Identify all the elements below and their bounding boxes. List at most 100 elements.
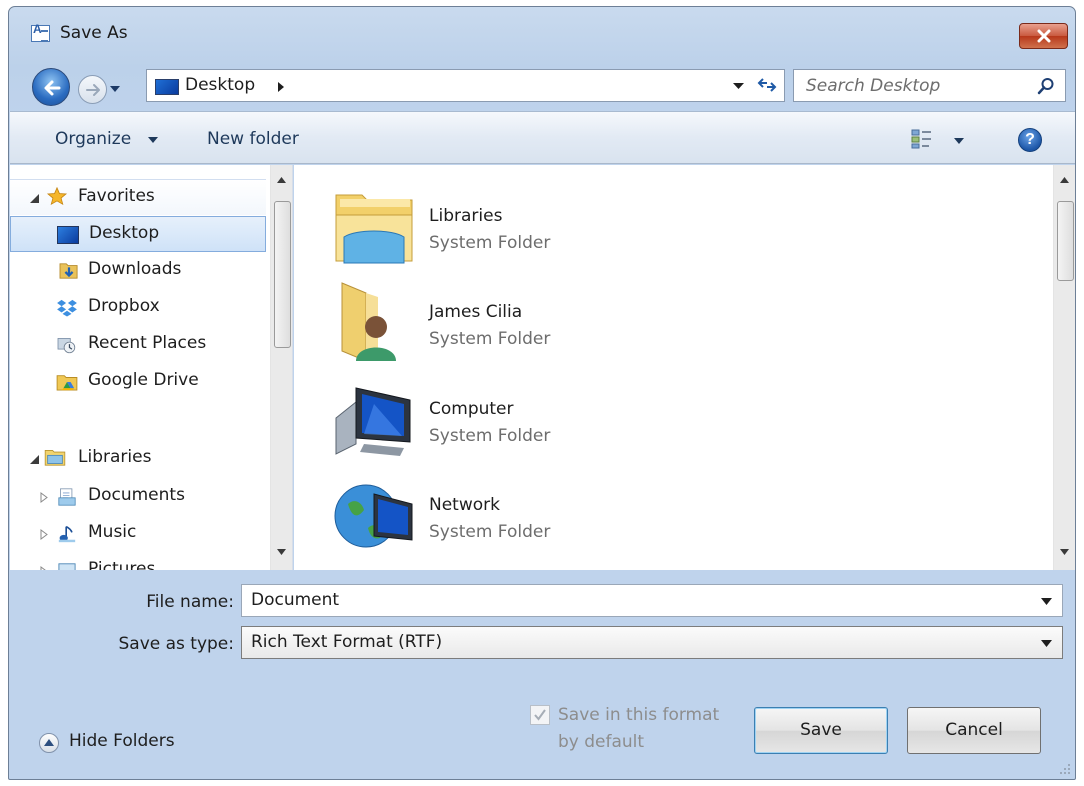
nav-item-recent-places[interactable]: Recent Places xyxy=(10,327,266,363)
file-name-value[interactable]: Document xyxy=(251,590,339,610)
close-button[interactable] xyxy=(1019,23,1068,49)
back-arrow-icon xyxy=(44,80,61,96)
collapse-favorites-icon[interactable] xyxy=(30,194,40,203)
refresh-icon xyxy=(757,78,777,92)
nav-item-music[interactable]: Music xyxy=(10,516,266,552)
navigation-pane: Favorites Desktop Downloads Dropbox Rece… xyxy=(10,165,293,570)
save-button[interactable]: Save xyxy=(754,707,888,754)
nav-item-desktop[interactable]: Desktop xyxy=(10,216,266,252)
new-folder-button[interactable]: New folder xyxy=(207,129,299,149)
command-bar: Organize New folder ? xyxy=(10,111,1075,164)
libraries-icon xyxy=(44,450,66,466)
scrollbar-thumb[interactable] xyxy=(1057,201,1074,281)
item-type: System Folder xyxy=(429,329,551,349)
organize-menu-button[interactable]: Organize xyxy=(55,129,131,149)
organize-dropdown-icon[interactable] xyxy=(148,137,158,143)
save-as-type-select[interactable]: Rich Text Format (RTF) xyxy=(241,626,1063,659)
close-icon xyxy=(1037,29,1051,43)
search-box[interactable] xyxy=(793,69,1066,102)
help-icon[interactable]: ? xyxy=(1018,128,1042,152)
recent-places-icon xyxy=(57,338,76,354)
libraries-folder-icon xyxy=(335,194,413,264)
nav-item-label: Google Drive xyxy=(88,370,199,390)
nav-item-label: Music xyxy=(88,522,137,542)
nav-item-label: Pictures xyxy=(88,559,156,570)
file-name-label: File name: xyxy=(146,592,234,612)
nav-item-documents[interactable]: Documents xyxy=(10,479,266,515)
forward-arrow-icon xyxy=(86,84,100,96)
scroll-down-icon[interactable] xyxy=(1060,549,1069,555)
nav-item-google-drive[interactable]: Google Drive xyxy=(10,364,266,400)
list-item-james-cilia[interactable]: James Cilia System Folder xyxy=(334,281,734,371)
item-name: Libraries xyxy=(429,206,503,226)
expand-music-icon[interactable] xyxy=(40,529,48,540)
expand-documents-icon[interactable] xyxy=(40,492,48,503)
item-name: Network xyxy=(429,495,500,515)
file-name-field[interactable]: Document xyxy=(241,584,1063,617)
nav-item-label: Recent Places xyxy=(88,333,207,353)
file-list-scrollbar[interactable] xyxy=(1053,165,1075,570)
nav-item-label: Dropbox xyxy=(88,296,160,316)
window-title: Save As xyxy=(60,23,128,43)
change-view-icon[interactable] xyxy=(911,129,933,149)
cancel-button[interactable]: Cancel xyxy=(907,707,1041,754)
resize-grip-icon[interactable] xyxy=(1059,763,1071,775)
file-list: Libraries System Folder James Cilia Syst… xyxy=(294,165,1075,570)
scroll-up-icon[interactable] xyxy=(277,177,286,183)
desktop-icon xyxy=(155,79,179,95)
collapse-libraries-icon[interactable] xyxy=(30,455,40,464)
nav-item-label: Desktop xyxy=(89,223,160,243)
file-name-dropdown-icon[interactable] xyxy=(1041,598,1052,605)
recent-pages-dropdown-icon[interactable] xyxy=(109,84,121,94)
save-default-format-label: Save in this format by default xyxy=(558,705,720,752)
list-item-computer[interactable]: Computer System Folder xyxy=(334,378,734,468)
nav-libraries-label: Libraries xyxy=(78,447,152,467)
item-type: System Folder xyxy=(429,233,551,253)
refresh-button[interactable] xyxy=(749,69,785,102)
user-folder-icon xyxy=(341,282,396,361)
desktop-icon xyxy=(57,226,79,244)
forward-button[interactable] xyxy=(78,75,107,104)
address-location[interactable]: Desktop xyxy=(185,75,255,95)
hide-folders-label: Hide Folders xyxy=(69,731,175,751)
list-item-libraries[interactable]: Libraries System Folder xyxy=(334,185,734,275)
item-type: System Folder xyxy=(429,522,551,542)
nav-favorites-label: Favorites xyxy=(78,186,155,206)
expand-pictures-icon[interactable] xyxy=(40,566,48,570)
nav-item-label: Downloads xyxy=(88,259,182,279)
save-as-type-label: Save as type: xyxy=(118,634,234,654)
scrollbar-thumb[interactable] xyxy=(274,201,291,348)
item-name: Computer xyxy=(429,399,514,419)
search-icon[interactable] xyxy=(1037,77,1055,95)
save-as-dialog: Save As Desktop xyxy=(8,6,1076,780)
chevron-down-icon[interactable] xyxy=(1041,640,1052,647)
nav-item-pictures[interactable]: Pictures xyxy=(10,553,266,570)
back-button[interactable] xyxy=(32,68,70,106)
documents-icon xyxy=(58,488,76,506)
nav-libraries-header[interactable]: Libraries xyxy=(10,441,266,477)
nav-item-dropbox[interactable]: Dropbox xyxy=(10,290,266,326)
google-drive-icon xyxy=(56,375,78,391)
item-name: James Cilia xyxy=(429,302,523,322)
address-dropdown-icon[interactable] xyxy=(733,82,744,90)
view-options-dropdown-icon[interactable] xyxy=(954,138,964,144)
computer-icon xyxy=(335,387,411,456)
nav-favorites-header[interactable]: Favorites xyxy=(10,179,266,215)
navigation-pane-scrollbar[interactable] xyxy=(270,165,292,570)
list-item-network[interactable]: Network System Folder xyxy=(334,474,734,564)
save-default-format-checkbox[interactable] xyxy=(530,705,550,725)
downloads-icon xyxy=(59,263,78,279)
breadcrumb-chevron-icon[interactable] xyxy=(277,81,285,93)
music-icon xyxy=(58,525,76,543)
nav-item-downloads[interactable]: Downloads xyxy=(10,253,266,289)
nav-item-label: Documents xyxy=(88,485,185,505)
scroll-down-icon[interactable] xyxy=(277,549,286,555)
dropbox-icon xyxy=(57,299,77,317)
save-as-type-value: Rich Text Format (RTF) xyxy=(251,632,443,652)
search-input[interactable] xyxy=(806,74,1026,98)
scroll-up-icon[interactable] xyxy=(1060,177,1069,183)
checkmark-icon xyxy=(534,709,546,721)
collapse-up-icon xyxy=(39,733,59,753)
address-bar[interactable]: Desktop xyxy=(146,69,785,102)
wordpad-app-icon xyxy=(31,22,50,42)
